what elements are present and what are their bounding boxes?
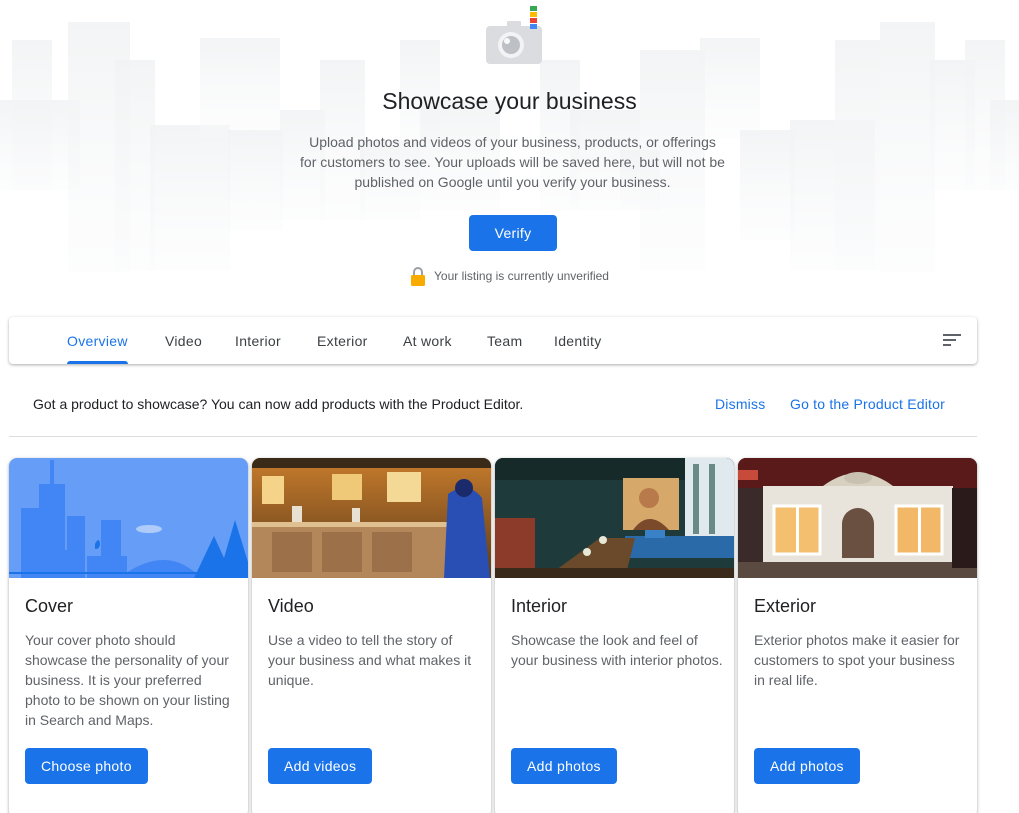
card-description: Showcase the look and feel of your busin…	[511, 632, 723, 668]
card-exterior: Exterior Exterior photos make it easier …	[738, 458, 977, 813]
interior-photo	[495, 458, 734, 578]
filter-icon[interactable]	[942, 332, 962, 348]
exterior-photo	[738, 458, 977, 578]
product-editor-link[interactable]: Go to the Product Editor	[790, 396, 945, 412]
add-exterior-photos-button[interactable]: Add photos	[754, 748, 860, 784]
tab-identity[interactable]: Identity	[554, 317, 602, 364]
tab-bar: Overview Video Interior Exterior At work…	[9, 317, 977, 364]
card-title: Interior	[511, 596, 568, 616]
tab-overview[interactable]: Overview	[67, 317, 128, 364]
tab-exterior[interactable]: Exterior	[317, 317, 368, 364]
card-description: Your cover photo should showcase the per…	[25, 632, 230, 728]
card-title: Video	[268, 596, 314, 616]
verify-button[interactable]: Verify	[469, 215, 557, 251]
tab-interior[interactable]: Interior	[235, 317, 281, 364]
tab-at-work[interactable]: At work	[403, 317, 452, 364]
lock-icon	[411, 267, 425, 286]
card-description: Use a video to tell the story of your bu…	[268, 632, 472, 688]
choose-photo-button[interactable]: Choose photo	[25, 748, 148, 784]
dismiss-link[interactable]: Dismiss	[715, 396, 765, 412]
card-video: Video Use a video to tell the story of y…	[252, 458, 491, 813]
tab-team[interactable]: Team	[487, 317, 522, 364]
product-editor-banner: Got a product to showcase? You can now a…	[9, 380, 977, 437]
banner-message: Got a product to showcase? You can now a…	[33, 396, 524, 412]
tab-video[interactable]: Video	[165, 317, 202, 364]
verification-status: Your listing is currently unverified	[0, 266, 1019, 286]
card-interior: Interior Showcase the look and feel of y…	[495, 458, 734, 813]
status-text: Your listing is currently unverified	[434, 269, 609, 283]
camera-icon	[486, 6, 542, 64]
card-title: Cover	[25, 596, 74, 616]
hero-section: Showcase your business Upload photos and…	[0, 0, 1019, 300]
page-title: Showcase your business	[382, 88, 637, 114]
video-photo	[252, 458, 491, 578]
cover-illustration	[9, 458, 248, 578]
add-interior-photos-button[interactable]: Add photos	[511, 748, 617, 784]
hero-description: Upload photos and videos of your busines…	[300, 134, 725, 190]
card-cover: Cover Your cover photo should showcase t…	[9, 458, 248, 813]
card-description: Exterior photos make it easier for custo…	[754, 632, 960, 688]
card-title: Exterior	[754, 596, 817, 616]
add-videos-button[interactable]: Add videos	[268, 748, 373, 784]
